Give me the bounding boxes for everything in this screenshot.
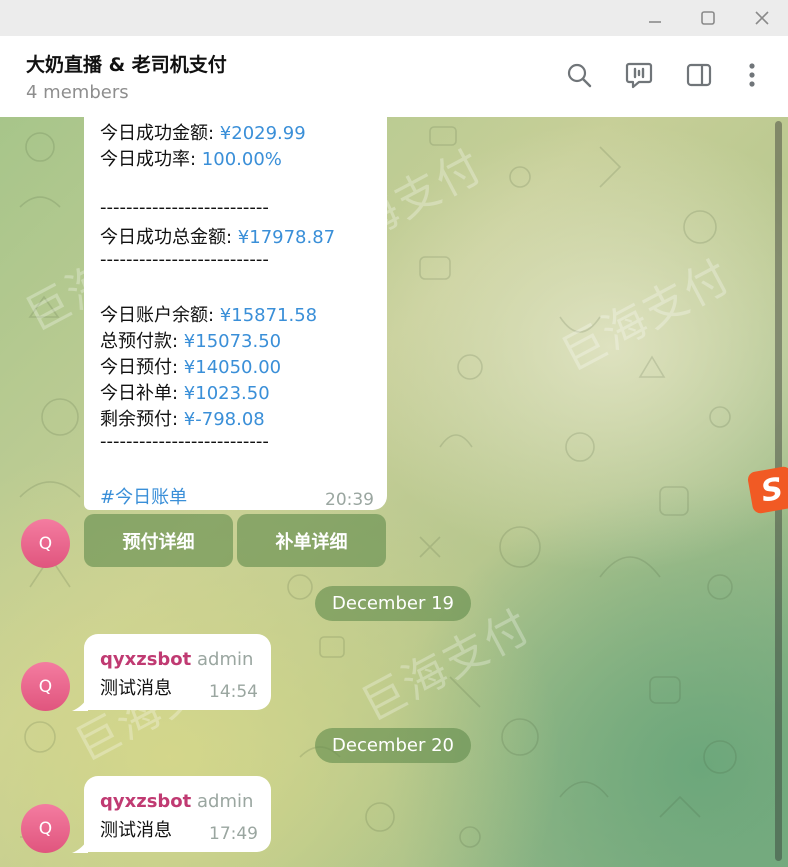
message-time: 14:54 — [209, 682, 258, 702]
sidebar-toggle-icon — [686, 63, 712, 87]
member-count[interactable]: 4 members — [26, 82, 129, 103]
message-text: 测试消息 — [100, 820, 172, 841]
minimize-button[interactable] — [630, 0, 680, 36]
message-bubble[interactable]: qyxzsbot admin 测试消息 17:49 — [84, 776, 271, 852]
report-line: 今日账户余额: ¥15871.58 — [100, 305, 318, 326]
report-divider: -------------------------- — [100, 197, 269, 218]
avatar[interactable]: Q — [21, 662, 70, 711]
message-text: 测试消息 — [100, 678, 172, 699]
chat-header: 大奶直播 & 老司机支付 4 members — [0, 36, 788, 117]
sender-name[interactable]: qyxzsbot — [100, 649, 191, 670]
more-options-button[interactable] — [735, 58, 769, 92]
window-titlebar — [0, 0, 788, 36]
report-line: 总预付款: ¥15073.50 — [100, 331, 282, 352]
chat-area[interactable]: 巨海支付 巨海支付 巨海支付 巨海支付 巨海支付 S 今日成功金额: ¥2029… — [0, 117, 788, 867]
avatar[interactable]: Q — [21, 804, 70, 853]
prepay-detail-button[interactable]: 预付详细 — [84, 514, 233, 567]
sender-name[interactable]: qyxzsbot — [100, 791, 191, 812]
maximize-icon — [701, 11, 715, 25]
report-divider: -------------------------- — [100, 431, 269, 452]
date-separator[interactable]: December 20 — [315, 728, 471, 763]
maximize-button[interactable] — [683, 0, 733, 36]
hashtag-link[interactable]: #今日账单 — [100, 483, 187, 509]
live-chat-icon — [625, 62, 653, 89]
message-time: 17:49 — [209, 824, 258, 844]
close-icon — [755, 11, 769, 25]
chat-title[interactable]: 大奶直播 & 老司机支付 — [26, 50, 227, 77]
report-line: 今日补单: ¥1023.50 — [100, 383, 270, 404]
report-line: 剩余预付: ¥-798.08 — [100, 409, 265, 430]
report-line: 今日成功总金额: ¥17978.87 — [100, 227, 336, 248]
live-chat-button[interactable] — [622, 58, 656, 92]
input-method-icon[interactable]: S — [746, 465, 788, 515]
report-divider: -------------------------- — [100, 249, 269, 270]
search-button[interactable] — [562, 58, 596, 92]
search-icon — [567, 63, 592, 88]
admin-badge: admin — [197, 791, 254, 812]
minimize-icon — [649, 21, 661, 23]
report-line: 今日成功率: 100.00% — [100, 149, 282, 170]
report-message-bubble[interactable]: 今日成功金额: ¥2029.99 今日成功率: 100.00% --------… — [84, 117, 387, 510]
more-vertical-icon — [749, 63, 755, 87]
close-button[interactable] — [737, 0, 787, 36]
sidebar-toggle-button[interactable] — [682, 58, 716, 92]
admin-badge: admin — [197, 649, 254, 670]
date-separator[interactable]: December 19 — [315, 586, 471, 621]
avatar[interactable]: Q — [21, 519, 70, 568]
supplement-detail-button[interactable]: 补单详细 — [237, 514, 386, 567]
message-bubble[interactable]: qyxzsbot admin 测试消息 14:54 — [84, 634, 271, 710]
report-line: 今日预付: ¥14050.00 — [100, 357, 282, 378]
message-time: 20:39 — [325, 490, 374, 510]
report-line: 今日成功金额: ¥2029.99 — [100, 123, 306, 144]
